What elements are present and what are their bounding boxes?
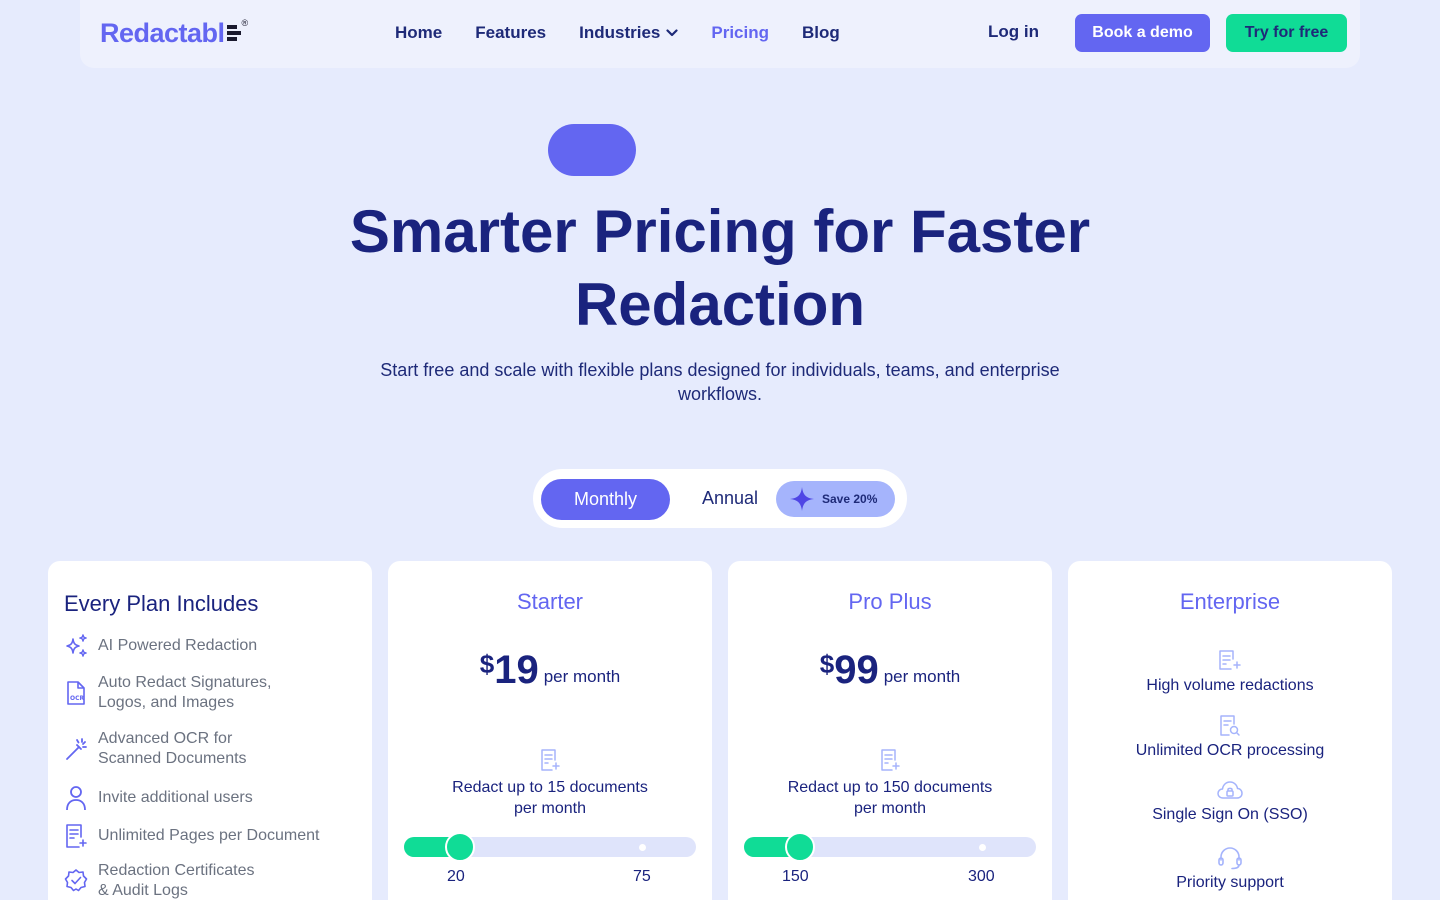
feature-text: Invite additional users: [98, 789, 253, 806]
feature-auto-redact: Auto Redact Signatures, Logos, and Images: [98, 673, 271, 713]
feature-text: & Audit Logs: [98, 882, 188, 899]
feature-invite-users: Invite additional users: [98, 788, 253, 808]
plan-card-starter: Starter $ 19 per month Redact up to 15 d…: [388, 561, 712, 900]
page-subtitle: Start free and scale with flexible plans…: [380, 360, 1060, 404]
registered-mark: ®: [241, 18, 249, 28]
list-item: AI Powered Redaction: [64, 633, 257, 659]
cloud-lock-icon: [1217, 781, 1243, 799]
feature-text: AI Powered Redaction: [98, 637, 258, 654]
nav-blog[interactable]: Blog: [802, 22, 840, 44]
plan-limit-text: Redact up to 15 documents: [452, 779, 648, 796]
list-item: Unlimited Pages per Document: [64, 823, 319, 849]
book-demo-button[interactable]: Book a demo: [1075, 14, 1210, 52]
enterprise-feature: Single Sign On (SSO): [1152, 806, 1308, 823]
plan-limit-text: Redact up to 150 documents: [787, 779, 993, 796]
login-link[interactable]: Log in: [988, 22, 1039, 42]
plan-price: $ 99 per month: [728, 647, 1052, 693]
plan-limit: Redact up to 150 documents per month: [728, 777, 1052, 819]
badge-check-icon: [64, 869, 88, 892]
nav-industries-label: Industries: [579, 23, 661, 42]
document-slider[interactable]: [404, 832, 696, 862]
feature-certificates: Redaction Certificates & Audit Logs: [98, 861, 255, 900]
feature-text: Unlimited Pages per Document: [98, 827, 320, 844]
list-item: Invite additional users: [64, 785, 253, 811]
annual-option[interactable]: Annual: [702, 488, 758, 509]
slider-thumb[interactable]: [445, 832, 475, 862]
nav-features[interactable]: Features: [475, 22, 546, 44]
user-icon: [66, 786, 86, 811]
sparkles-icon: [66, 634, 87, 657]
site-header: Redactabl ® Home Features Industries Pri…: [80, 0, 1360, 68]
currency-symbol: $: [819, 649, 835, 679]
feature-text: Advanced OCR for: [98, 730, 233, 747]
plan-name: Enterprise: [1179, 589, 1281, 614]
plan-card-enterprise: Enterprise High volume redactions Unlimi…: [1068, 561, 1392, 900]
document-plus-icon: [1219, 650, 1241, 670]
try-free-button[interactable]: Try for free: [1226, 14, 1347, 52]
list-item: Unlimited OCR processing: [1068, 714, 1392, 760]
document-search-icon: [1220, 715, 1240, 736]
price-amount: 19: [494, 648, 539, 692]
monthly-option[interactable]: Monthly: [541, 479, 670, 520]
plan-limit: Redact up to 15 documents per month: [388, 777, 712, 819]
slider-tick-max: 75: [633, 868, 651, 885]
list-item: High volume redactions: [1068, 649, 1392, 695]
document-plus-icon: [66, 824, 87, 848]
logo[interactable]: Redactabl ®: [100, 18, 249, 48]
list-item: Advanced OCR for Scanned Documents: [64, 729, 247, 769]
feature-text: Scanned Documents: [98, 750, 247, 767]
slider-thumb[interactable]: [785, 832, 815, 862]
nav-industries[interactable]: Industries: [579, 22, 678, 44]
save-label: Save 20%: [822, 492, 878, 506]
feature-ai-redaction: AI Powered Redaction: [98, 636, 257, 656]
sparkle-icon: [790, 487, 814, 511]
includes-title: Every Plan Includes: [64, 591, 259, 616]
list-item: Redaction Certificates & Audit Logs: [64, 861, 255, 900]
feature-unlimited-pages: Unlimited Pages per Document: [98, 826, 319, 846]
logo-text: Redactabl: [100, 18, 225, 48]
list-item: Priority support: [1068, 846, 1392, 892]
svg-text:OCR: OCR: [70, 695, 85, 702]
page-title: Smarter Pricing for Faster Redaction: [349, 198, 1091, 338]
document-slider[interactable]: [744, 832, 1036, 862]
magic-wand-icon: [66, 738, 87, 760]
nav-pricing[interactable]: Pricing: [711, 22, 769, 44]
feature-text: Auto Redact Signatures,: [98, 674, 272, 691]
enterprise-feature: Priority support: [1176, 874, 1284, 891]
enterprise-feature: Unlimited OCR processing: [1135, 742, 1325, 759]
feature-advanced-ocr: Advanced OCR for Scanned Documents: [98, 729, 247, 769]
slider-tick-min: 20: [447, 868, 465, 885]
slider-tick-max: 300: [968, 868, 995, 885]
headset-icon: [1218, 847, 1242, 870]
logo-mark-icon: [226, 25, 241, 41]
feature-text: Logos, and Images: [98, 694, 235, 711]
chevron-down-icon: [666, 29, 678, 37]
list-item: OCR Auto Redact Signatures, Logos, and Im…: [64, 673, 271, 713]
main-nav: Home Features Industries Pricing Blog: [395, 22, 873, 44]
plan-name: Starter: [516, 589, 584, 614]
currency-symbol: $: [479, 649, 495, 679]
nav-home[interactable]: Home: [395, 22, 442, 44]
plan-card-pro-plus: Pro Plus $ 99 per month Redact up to 150…: [728, 561, 1052, 900]
ocr-file-icon: OCR: [67, 681, 85, 705]
plan-price: $ 19 per month: [388, 647, 712, 693]
slider-marker: [979, 844, 986, 851]
feature-text: Redaction Certificates: [98, 862, 255, 879]
slider-tick-min: 150: [782, 868, 809, 885]
document-plus-icon: [881, 749, 900, 771]
hero-pill-badge: [548, 124, 636, 176]
save-badge[interactable]: Save 20%: [776, 481, 895, 517]
plan-name: Pro Plus: [848, 589, 932, 614]
includes-card: Every Plan Includes AI Powered Redaction…: [48, 561, 372, 900]
plan-limit-text: per month: [513, 800, 587, 817]
enterprise-feature: High volume redactions: [1146, 677, 1314, 694]
price-period: per month: [543, 667, 621, 686]
billing-toggle: Monthly Annual Save 20%: [533, 469, 907, 528]
document-plus-icon: [541, 749, 560, 771]
price-amount: 99: [834, 648, 879, 692]
list-item: Single Sign On (SSO): [1068, 778, 1392, 824]
slider-marker: [639, 844, 646, 851]
plan-limit-text: per month: [853, 800, 927, 817]
price-period: per month: [883, 667, 961, 686]
